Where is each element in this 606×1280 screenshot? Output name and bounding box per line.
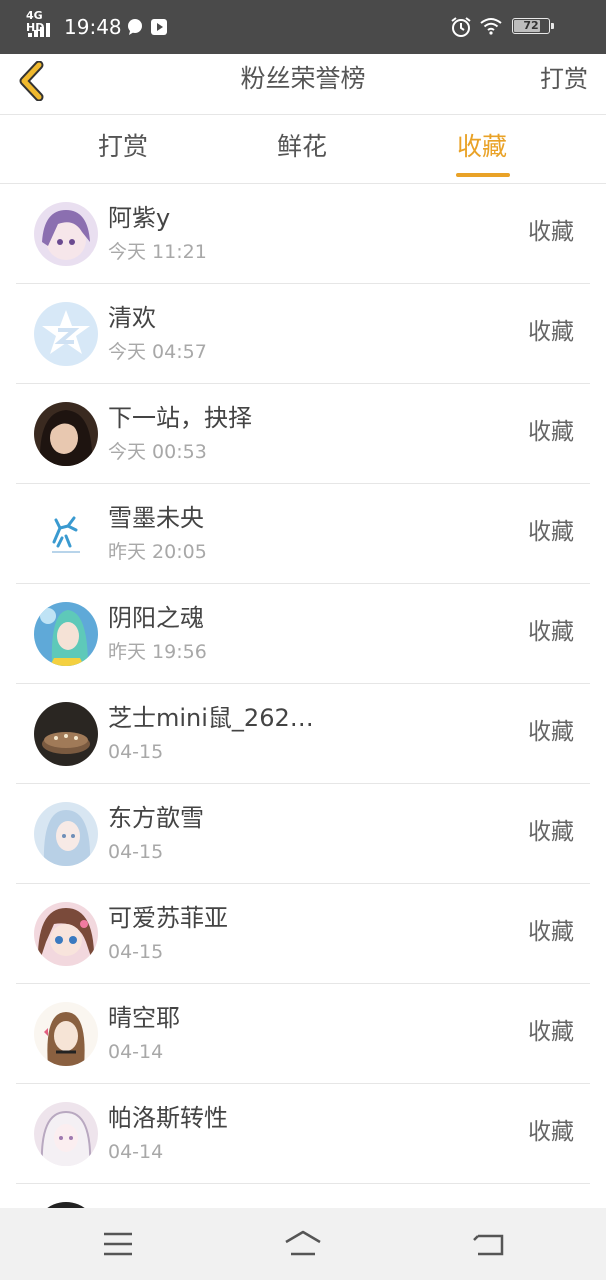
item-time: 今天 11:21: [108, 241, 207, 263]
battery-level: 72: [523, 19, 539, 32]
item-time: 今天 04:57: [108, 341, 207, 363]
item-time: 04-15: [108, 741, 164, 763]
list-item[interactable]: 帕洛斯转性 04-14 收藏: [16, 1084, 590, 1184]
item-action-label: 收藏: [528, 419, 574, 445]
user-name: 东方歆雪: [108, 804, 204, 832]
user-name: 雪墨未央: [108, 504, 204, 532]
avatar: [34, 702, 98, 766]
list-item[interactable]: 晴空耶 04-14 收藏: [16, 984, 590, 1084]
user-name: 可爱苏菲亚: [108, 904, 228, 932]
user-name: 下一站，抉择: [108, 404, 252, 432]
wifi-icon: [480, 18, 502, 35]
user-name: 清欢: [108, 304, 156, 332]
item-action-label: 收藏: [528, 819, 574, 845]
header: 粉丝荣誉榜 打赏: [0, 54, 606, 115]
active-tab-indicator: [456, 173, 510, 177]
item-action-label: 收藏: [528, 319, 574, 345]
item-time: 04-15: [108, 941, 164, 963]
header-reward-button[interactable]: 打赏: [540, 62, 588, 96]
avatar: [34, 602, 98, 666]
list-item[interactable]: [16, 1184, 590, 1208]
status-right: 72: [450, 14, 580, 40]
fan-list: 阿紫y 今天 11:21 收藏 清欢 今天 04:57 收藏 下一站，抉择 今天…: [0, 184, 606, 1208]
avatar: [34, 1102, 98, 1166]
item-time: 今天 00:53: [108, 441, 207, 463]
list-item[interactable]: 可爱苏菲亚 04-15 收藏: [16, 884, 590, 984]
list-item[interactable]: 下一站，抉择 今天 00:53 收藏: [16, 384, 590, 484]
list-item[interactable]: 阴阳之魂 昨天 19:56 收藏: [16, 584, 590, 684]
list-item[interactable]: 雪墨未央 昨天 20:05 收藏: [16, 484, 590, 584]
list-item[interactable]: 清欢 今天 04:57 收藏: [16, 284, 590, 384]
user-name: 芝士mini鼠_262…: [108, 704, 314, 732]
user-name: 晴空耶: [108, 1004, 180, 1032]
back-icon[interactable]: [468, 1228, 508, 1260]
message-icon: [128, 19, 142, 35]
avatar: [34, 402, 98, 466]
item-action-label: 收藏: [528, 1019, 574, 1045]
item-time: 昨天 19:56: [108, 641, 207, 663]
item-time: 04-14: [108, 1141, 164, 1163]
tab-bar: 打赏 鲜花 收藏: [0, 115, 606, 184]
item-action-label: 收藏: [528, 219, 574, 245]
tab-flowers[interactable]: 鲜花: [277, 129, 327, 165]
list-item[interactable]: 阿紫y 今天 11:21 收藏: [16, 184, 590, 284]
battery-icon: 72: [512, 18, 550, 34]
user-name: 帕洛斯转性: [108, 1104, 228, 1132]
alarm-icon: [451, 17, 471, 37]
menu-icon[interactable]: [98, 1228, 138, 1260]
avatar: [34, 1002, 98, 1066]
home-icon[interactable]: [283, 1228, 323, 1260]
signal-icon: [28, 23, 50, 37]
user-name: 阴阳之魂: [108, 604, 204, 632]
avatar: [34, 902, 98, 966]
tab-favorites[interactable]: 收藏: [457, 129, 507, 165]
video-icon: [151, 19, 167, 35]
avatar: [34, 802, 98, 866]
user-name: 阿紫y: [108, 204, 171, 232]
list-item[interactable]: 芝士mini鼠_262… 04-15 收藏: [16, 684, 590, 784]
item-action-label: 收藏: [528, 1119, 574, 1145]
item-action-label: 收藏: [528, 719, 574, 745]
tab-reward[interactable]: 打赏: [98, 129, 148, 165]
item-action-label: 收藏: [528, 619, 574, 645]
item-action-label: 收藏: [528, 919, 574, 945]
item-time: 昨天 20:05: [108, 541, 207, 563]
item-time: 04-15: [108, 841, 164, 863]
item-action-label: 收藏: [528, 519, 574, 545]
item-time: 04-14: [108, 1041, 164, 1063]
battery-cap: [551, 23, 554, 29]
clock: 19:48: [64, 15, 122, 39]
avatar: [34, 502, 98, 566]
avatar: [34, 202, 98, 266]
avatar: [34, 302, 98, 366]
list-item[interactable]: 东方歆雪 04-15 收藏: [16, 784, 590, 884]
status-bar: 4G HD 19:48 72: [0, 0, 606, 54]
system-nav-bar: [0, 1208, 606, 1280]
page-title: 粉丝荣誉榜: [240, 64, 366, 93]
